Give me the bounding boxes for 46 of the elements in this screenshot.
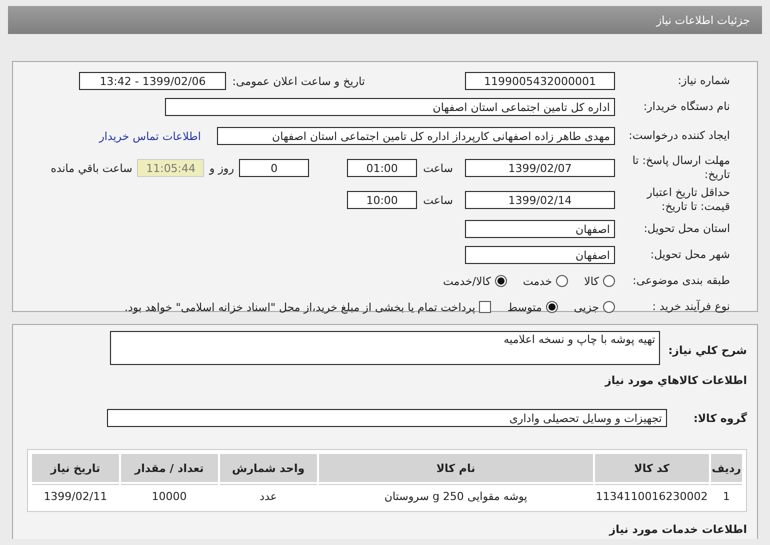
- text-field[interactable]: تجهیزات و وسایل تحصیلی واداری: [107, 409, 667, 427]
- field-label: نام دستگاه خریدار:: [642, 100, 730, 114]
- field-label: نوع فرآیند خرید :: [651, 300, 730, 314]
- time-label: ساعت: [423, 194, 453, 206]
- countdown-field: 11:05:44: [137, 159, 204, 177]
- column-header: تعداد / مقدار: [120, 454, 218, 482]
- remaining-label: ساعت باقي مانده: [50, 162, 132, 174]
- text-field[interactable]: مهدی طاهر زاده اصفهانی کارپرداز اداره کل تامین اجتماعی استان اصفهان: [217, 127, 615, 145]
- field-label: مهلت ارسال پاسخ: تا تاریخ:: [631, 154, 730, 182]
- field-label: شماره نیاز:: [676, 74, 730, 88]
- field-label: استان محل تحویل:: [642, 222, 730, 236]
- field-label: شرح کلي نياز:: [668, 344, 747, 356]
- text-field[interactable]: اصفهان: [465, 246, 615, 264]
- column-header: واحد شمارش: [220, 454, 317, 482]
- section-heading: اطلاعات کالاهاي مورد نياز: [605, 374, 747, 386]
- radio-option[interactable]: کالا/خدمت: [443, 274, 507, 288]
- field-label: تاریخ و ساعت اعلان عمومی:: [232, 74, 365, 88]
- column-header: تاریخ نیاز: [32, 454, 119, 482]
- column-header: کد کالا: [594, 454, 709, 482]
- text-field[interactable]: 1399/02/06 - 13:42: [79, 72, 226, 90]
- radio-option[interactable]: جزیی: [574, 300, 615, 314]
- radio-option[interactable]: کالا: [584, 274, 615, 288]
- field-label: ایجاد کننده درخواست:: [628, 129, 730, 143]
- contact-link[interactable]: اطلاعات تماس خریدار: [99, 130, 201, 142]
- text-field[interactable]: اصفهان: [465, 220, 615, 238]
- time-label: ساعت: [423, 162, 453, 174]
- text-field[interactable]: 1399/02/07: [465, 159, 615, 177]
- section-heading: اطلاعات خدمات مورد نياز: [609, 522, 747, 536]
- text-field[interactable]: 01:00: [347, 159, 418, 177]
- field-label: طبقه بندی موضوعی:: [632, 274, 730, 288]
- text-field[interactable]: 1199005432000001: [465, 72, 615, 90]
- days-label: روز و: [209, 162, 234, 174]
- treasury-checkbox[interactable]: پرداخت تمام یا بخشی از مبلغ خرید،از محل "اسناد خزانه اسلامی" خواهد بود.: [124, 300, 492, 314]
- text-field[interactable]: 0: [239, 159, 310, 177]
- radio-option[interactable]: متوسط: [507, 300, 558, 314]
- text-field[interactable]: اداره کل تامین اجتماعی استان اصفهان: [165, 98, 615, 116]
- field-label: حداقل تاریخ اعتبار قیمت: تا تاریخ:: [646, 186, 730, 214]
- column-header: نام کالا: [318, 454, 593, 482]
- text-field[interactable]: 1399/02/14: [465, 191, 615, 209]
- description-field[interactable]: تهیه پوشه با چاپ و نسخه اعلامیه: [110, 331, 660, 365]
- text-field[interactable]: 10:00: [347, 191, 418, 209]
- field-label: شهر محل تحویل:: [649, 248, 730, 262]
- radio-option[interactable]: خدمت: [522, 274, 568, 288]
- field-label: گروه کالا:: [692, 412, 747, 424]
- column-header: ردیف: [710, 454, 742, 482]
- page-title: جزئیات اطلاعات نیاز: [656, 14, 750, 26]
